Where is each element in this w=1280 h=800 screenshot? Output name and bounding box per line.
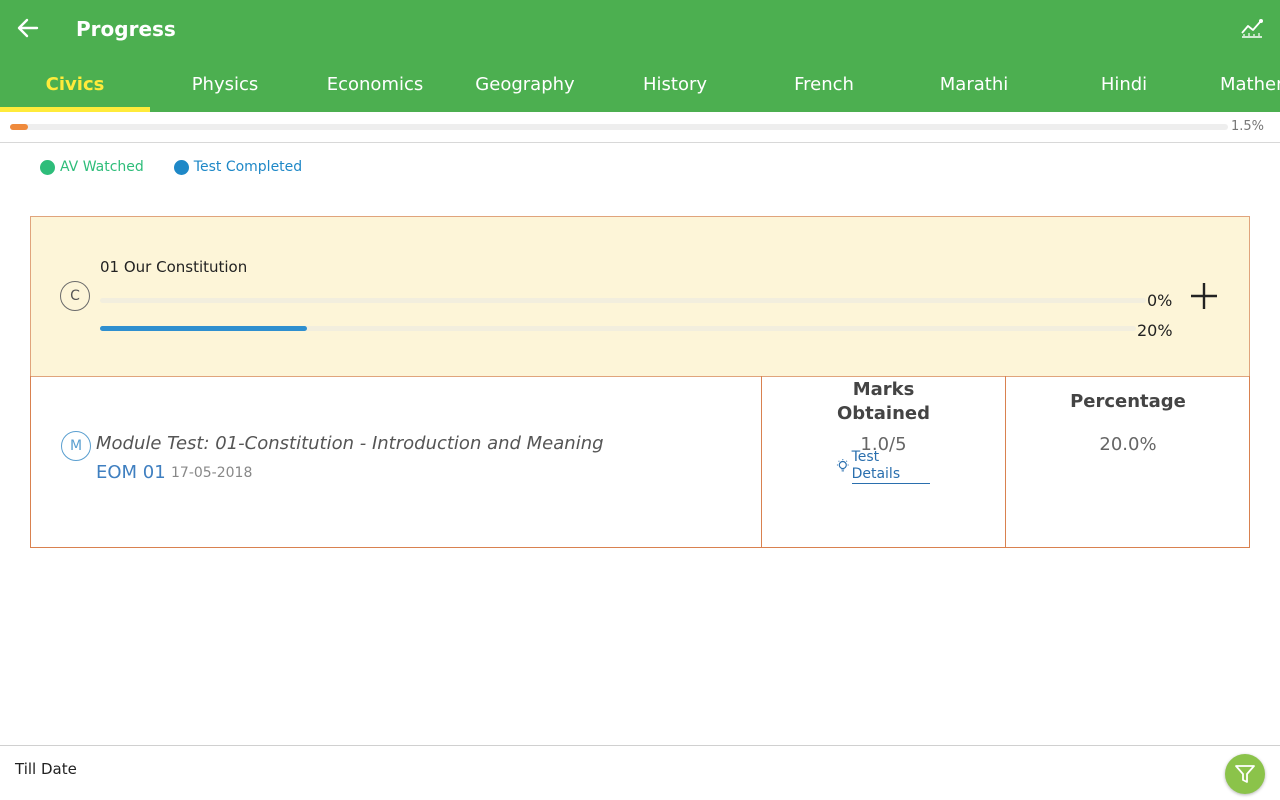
app-bar: Progress xyxy=(0,0,1280,56)
percentage-value: 20.0% xyxy=(1099,434,1157,455)
module-code: EOM 01 xyxy=(96,462,166,483)
test-row: M Module Test: 01-Constitution - Introdu… xyxy=(30,376,1250,548)
overall-progress: 1.5% xyxy=(0,112,1280,143)
tab-economics[interactable]: Economics xyxy=(300,56,450,112)
marks-header-line1: Marks xyxy=(852,379,915,400)
page-title: Progress xyxy=(76,17,176,41)
legend-label: Test Completed xyxy=(193,159,303,175)
filter-icon xyxy=(1235,765,1255,783)
marks-header: Marks Obtained xyxy=(762,378,1005,426)
av-watched-track xyxy=(100,298,1146,303)
test-completed-fill xyxy=(100,326,308,331)
overall-progress-track xyxy=(10,124,1228,130)
chapter-title: 01 Our Constitution xyxy=(100,258,248,276)
test-completed-percent: 20% xyxy=(1137,321,1173,340)
marks-header-line2: Obtained xyxy=(836,403,930,424)
tab-history[interactable]: History xyxy=(600,56,750,112)
av-watched-dot-icon xyxy=(40,159,55,175)
footer-bar: Till Date xyxy=(0,745,1280,800)
chapter-badge: C xyxy=(60,281,90,311)
legend: AV Watched Test Completed xyxy=(40,157,302,177)
legend-label: AV Watched xyxy=(60,159,144,175)
module-test-title: Module Test: 01-Constitution - Introduct… xyxy=(96,433,604,454)
legend-test-completed: Test Completed xyxy=(173,159,303,175)
subject-tabs: Civics Physics Economics Geography Histo… xyxy=(0,56,1280,112)
tab-mathematics[interactable]: Mathematics xyxy=(1220,56,1280,112)
av-watched-percent: 0% xyxy=(1147,291,1173,310)
filter-button[interactable] xyxy=(1225,754,1265,794)
module-date: 17-05-2018 xyxy=(171,465,253,481)
expand-button[interactable] xyxy=(1189,281,1219,311)
test-details-link[interactable]: Test Details xyxy=(835,449,930,484)
tab-geography[interactable]: Geography xyxy=(450,56,600,112)
trend-button[interactable] xyxy=(1236,14,1268,42)
chapter-card[interactable]: C 01 Our Constitution 0% 20% xyxy=(30,216,1250,377)
tab-french[interactable]: French xyxy=(749,56,899,112)
lightbulb-icon xyxy=(836,459,849,472)
percentage-header: Percentage xyxy=(1070,391,1186,412)
back-button[interactable] xyxy=(12,12,44,44)
module-badge: M xyxy=(61,431,91,461)
tab-civics[interactable]: Civics xyxy=(0,56,150,112)
tab-marathi[interactable]: Marathi xyxy=(899,56,1049,112)
plus-icon xyxy=(1191,283,1217,309)
overall-progress-fill xyxy=(10,124,29,130)
test-details-label: Test Details xyxy=(851,449,930,484)
till-date-label: Till Date xyxy=(15,760,77,778)
tab-hindi[interactable]: Hindi xyxy=(1049,56,1199,112)
arrow-left-icon xyxy=(17,18,39,38)
tab-physics[interactable]: Physics xyxy=(150,56,300,112)
trend-chart-icon xyxy=(1241,19,1263,38)
overall-progress-label: 1.5% xyxy=(1231,119,1265,134)
test-completed-track xyxy=(100,326,1136,331)
legend-av-watched: AV Watched xyxy=(40,159,144,175)
test-completed-dot-icon xyxy=(173,159,189,175)
